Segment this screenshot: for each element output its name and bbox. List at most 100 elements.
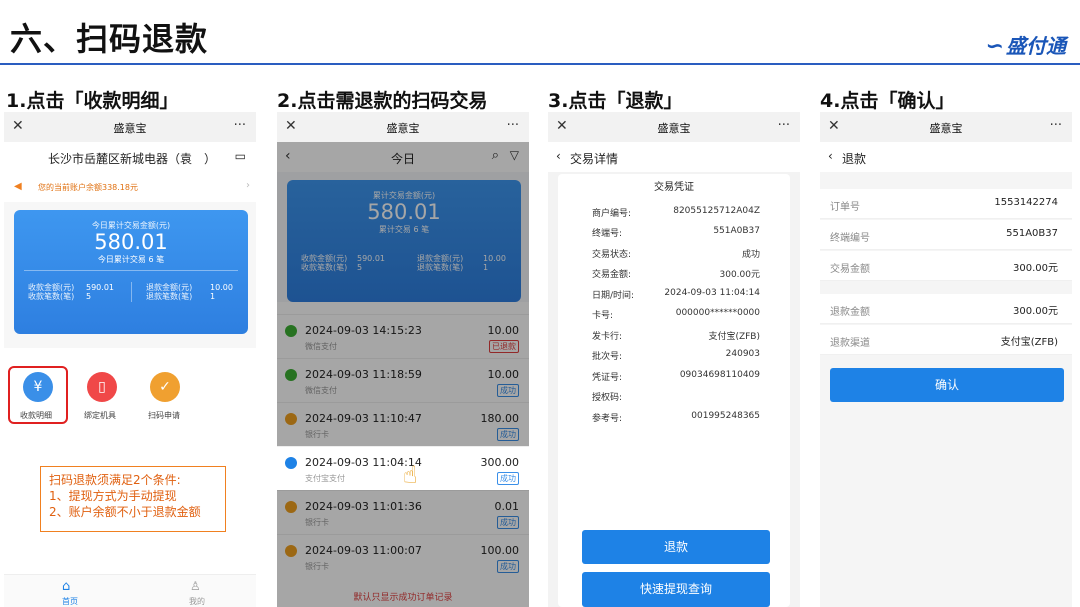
refund-amount-label: 退款金额(元)	[146, 283, 193, 292]
field-label: 交易金额	[830, 264, 870, 275]
phone-icon[interactable]: ▯	[87, 372, 117, 402]
more-icon[interactable]: ···	[778, 118, 790, 133]
tx-method: 微信支付	[305, 386, 337, 395]
step-2-label: 2.点击需退款的扫码交易	[277, 90, 488, 112]
field-label: 退款金额	[830, 307, 870, 318]
form-row-refund-amount[interactable]: 退款金额 300.00元	[820, 294, 1072, 324]
filter-icon[interactable]: ▽	[510, 148, 519, 162]
refund-button[interactable]: 退款	[582, 530, 770, 564]
menu-scan-apply[interactable]: 扫码申请	[148, 410, 180, 421]
field-label: 参考号:	[592, 414, 623, 424]
app-title: 盛意宝	[386, 122, 420, 135]
nav-mine[interactable]: 我的	[189, 596, 205, 607]
recv-amount: 590.01	[86, 283, 114, 292]
tx-status-badge: 成功	[497, 384, 519, 397]
refund-count-label: 退款笔数(笔)	[146, 292, 193, 301]
field-value: 09034698110409	[679, 370, 760, 380]
quick-withdraw-button[interactable]: 快速提现查询	[582, 572, 770, 607]
recv-count: 5	[357, 263, 363, 272]
recv-amount-label: 收款金额(元)	[28, 283, 75, 292]
wechat-icon	[285, 369, 297, 381]
app-titlebar: ✕ 盛意宝 ···	[4, 112, 256, 142]
store-name: 长沙市岳麓区新城电器（袁 ）	[48, 152, 217, 166]
transaction-row[interactable]: 2024-09-03 14:15:23 微信支付 10.00 已退款	[277, 314, 529, 358]
back-icon[interactable]: ‹	[556, 149, 561, 163]
apply-icon[interactable]: ✓	[150, 372, 180, 402]
field-label: 日期/时间:	[592, 291, 635, 301]
receipt-details: 商户编号: 82055125712A04Z 终端号: 551A0B37 交易状态: 成…	[582, 196, 770, 456]
message-icon[interactable]: ▭	[235, 149, 246, 163]
field-value: 001995248365	[691, 411, 760, 421]
step-4-label: 4.点击「确认」	[820, 90, 955, 112]
tx-time: 2024-09-03 11:10:47	[305, 412, 422, 425]
logo-text: 盛付通	[1006, 34, 1066, 58]
phone-screen-4: ✕ 盛意宝 ··· ‹ 退款 订单号 1553142274 终端编号 551A0B3…	[820, 112, 1072, 607]
wechat-icon	[285, 325, 297, 337]
transaction-row[interactable]: 2024-09-03 11:18:59 微信支付 10.00 成功	[277, 358, 529, 402]
step-1-label: 1.点击「收款明细」	[6, 90, 179, 112]
tx-time: 2024-09-03 11:18:59	[305, 368, 422, 381]
bank-card-icon	[285, 501, 297, 513]
tx-amount: 180.00	[480, 412, 520, 425]
speaker-icon: ◀	[14, 181, 22, 192]
tx-time: 2024-09-03 11:00:07	[305, 544, 422, 557]
tap-hand-icon: ☝	[403, 461, 418, 489]
field-value: 支付宝(ZFB)	[708, 332, 760, 342]
yuan-icon[interactable]: ¥	[23, 372, 53, 402]
more-icon[interactable]: ···	[1050, 118, 1062, 133]
user-icon[interactable]: ♙	[190, 579, 201, 593]
tx-amount: 10.00	[487, 324, 520, 337]
field-label: 批次号:	[592, 352, 623, 362]
home-icon[interactable]: ⌂	[62, 579, 70, 594]
tx-amount: 10.00	[487, 368, 520, 381]
field-label: 交易状态:	[592, 250, 632, 260]
recv-amount-label: 收款金额(元)	[301, 254, 348, 263]
field-label: 商户编号:	[592, 209, 632, 219]
tx-method: 银行卡	[305, 518, 329, 527]
receipt-title: 交易凭证	[654, 182, 694, 193]
refund-page-title: 退款	[842, 152, 867, 166]
logo-icon: ∽	[985, 34, 1004, 59]
recv-count-label: 收款笔数(笔)	[28, 292, 75, 301]
menu-bind-device[interactable]: 绑定机具	[84, 410, 116, 421]
tx-status-badge: 成功	[497, 560, 519, 573]
search-icon[interactable]: ⌕	[492, 148, 499, 163]
tx-amount: 0.01	[494, 500, 520, 513]
refund-amount-input[interactable]: 300.00元	[1013, 302, 1058, 317]
nav-home[interactable]: 首页	[62, 596, 78, 607]
summary-card: 累计交易金额(元) 580.01 累计交易 6 笔 收款金额(元) 收款笔数(笔…	[287, 180, 521, 302]
transaction-row[interactable]: 2024-09-03 11:00:07 银行卡 100.00 成功	[277, 534, 529, 578]
confirm-button[interactable]: 确认	[830, 368, 1064, 402]
transaction-row[interactable]: 2024-09-03 11:01:36 银行卡 0.01 成功	[277, 490, 529, 534]
field-label: 凭证号:	[592, 373, 623, 383]
tx-status-badge: 成功	[497, 472, 519, 485]
field-value: 000000******0000	[675, 308, 760, 318]
menu-receipts[interactable]: 收款明细	[20, 410, 52, 421]
notice-bar[interactable]: ◀ 您的当前账户余额338.18元 ›	[4, 172, 256, 202]
more-icon[interactable]: ···	[234, 118, 246, 133]
back-icon[interactable]: ‹	[828, 149, 833, 163]
tx-time: 2024-09-03 14:15:23	[305, 324, 422, 337]
field-value: 成功	[741, 250, 760, 260]
app-title: 盛意宝	[929, 122, 963, 135]
field-label: 卡号:	[592, 311, 614, 321]
app-titlebar: ✕ 盛意宝 ···	[548, 112, 800, 142]
phone-screen-1: ✕ 盛意宝 ··· 长沙市岳麓区新城电器（袁 ） ▭ ◀ 您的当前账户余额338…	[4, 112, 256, 607]
phone-screen-2: ✕ 盛意宝 ··· ‹ 今日 ⌕ ▽ 累计交易金额(元) 580.01 累计交易…	[277, 112, 529, 607]
field-label: 终端号:	[592, 229, 623, 239]
tx-status-badge: 已退款	[489, 340, 519, 353]
recv-count: 5	[86, 292, 92, 301]
tx-time: 2024-09-03 11:01:36	[305, 500, 422, 513]
app-titlebar: ✕ 盛意宝 ···	[820, 112, 1072, 142]
app-title: 盛意宝	[113, 122, 147, 135]
refund-count-label: 退款笔数(笔)	[417, 263, 464, 272]
field-label: 发卡行:	[592, 332, 623, 342]
field-value: 551A0B37	[713, 226, 760, 236]
page-title: 六、扫码退款	[10, 20, 209, 58]
more-icon[interactable]: ···	[507, 118, 519, 133]
card-count: 今日累计交易 6 笔	[97, 255, 165, 264]
transaction-row-selected[interactable]: 2024-09-03 11:04:14 支付宝支付 300.00 成功 ☝	[277, 446, 529, 490]
transaction-row[interactable]: 2024-09-03 11:10:47 银行卡 180.00 成功	[277, 402, 529, 446]
tx-amount: 300.00	[480, 456, 520, 469]
tx-method: 支付宝支付	[305, 474, 345, 483]
